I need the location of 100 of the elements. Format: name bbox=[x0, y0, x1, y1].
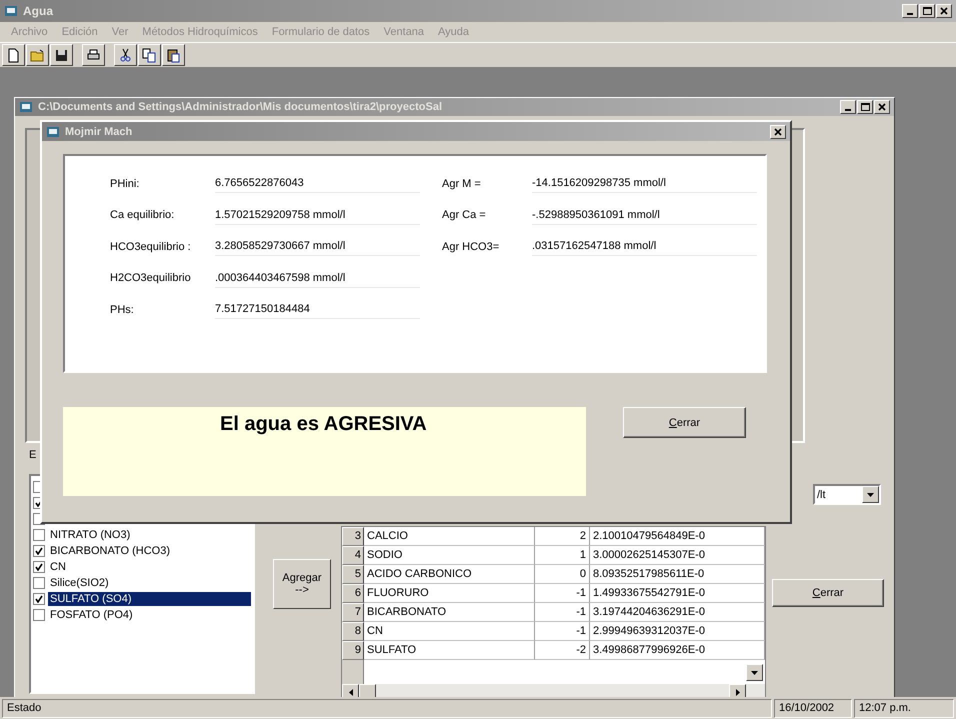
section-label: E bbox=[29, 449, 36, 462]
scroll-thumb[interactable] bbox=[359, 684, 376, 697]
left-arrow-icon bbox=[348, 689, 352, 696]
row-header: 8 bbox=[342, 622, 364, 641]
horizontal-scrollbar[interactable] bbox=[342, 684, 765, 697]
field-value: -14.1516209298735 mmol/l bbox=[532, 174, 757, 194]
toolbar-button[interactable] bbox=[114, 44, 137, 66]
table-cell: SODIO bbox=[364, 546, 535, 565]
document-title: C:\Documents and Settings\Administrador\Mis documentos\tira2\proyectoSal bbox=[38, 101, 444, 113]
toolbar-button[interactable] bbox=[82, 44, 105, 66]
table-cell: SULFATO bbox=[364, 641, 535, 660]
table-cell: -1 bbox=[535, 603, 590, 622]
field-label: PHs: bbox=[110, 304, 135, 316]
right-arrow-icon bbox=[736, 689, 740, 696]
field-value: .03157162547188 mmol/l bbox=[532, 237, 757, 256]
copy-icon bbox=[142, 48, 157, 62]
toolbar-button[interactable] bbox=[138, 44, 161, 66]
table-cell: 1 bbox=[535, 546, 590, 565]
checkbox[interactable] bbox=[33, 529, 45, 541]
row-header: 7 bbox=[342, 603, 364, 622]
field-label: H2CO3equilibrio bbox=[110, 272, 192, 284]
field-label: Ca equilibrio: bbox=[110, 209, 176, 222]
row-header: 6 bbox=[342, 584, 364, 603]
close-button[interactable]: Cerrar bbox=[623, 407, 746, 438]
checkbox[interactable] bbox=[33, 609, 45, 621]
maximize-icon bbox=[860, 103, 870, 111]
dropdown-button[interactable] bbox=[862, 486, 879, 503]
add-button[interactable]: Agregar --> bbox=[273, 559, 331, 609]
toolbar-button[interactable] bbox=[26, 44, 49, 66]
app-icon bbox=[46, 124, 60, 138]
close-button[interactable]: Cerrar bbox=[772, 579, 884, 607]
minimize-button[interactable] bbox=[840, 100, 856, 114]
table-cell: -2 bbox=[535, 641, 590, 660]
window-title: Agua bbox=[23, 4, 54, 18]
status-text: Estado bbox=[2, 698, 772, 718]
table-cell: 3.19744204636291E-0 bbox=[590, 603, 765, 622]
field-label: PHini: bbox=[110, 178, 140, 190]
close-button[interactable] bbox=[770, 124, 786, 138]
folder-icon bbox=[30, 48, 45, 62]
row-header: 9 bbox=[342, 641, 364, 660]
table-cell: FLUORURO bbox=[364, 584, 535, 603]
close-icon bbox=[878, 103, 886, 111]
result-message: El agua es AGRESIVA bbox=[63, 407, 586, 496]
list-item[interactable]: CN bbox=[48, 560, 251, 574]
checkbox[interactable] bbox=[33, 593, 45, 605]
new-file-icon bbox=[6, 48, 21, 62]
checkbox[interactable] bbox=[33, 545, 45, 557]
table-cell: BICARBONATO bbox=[364, 603, 535, 622]
field-value: 6.7656522876043 bbox=[215, 174, 420, 194]
field-label: Agr HCO3= bbox=[442, 240, 500, 253]
field-label: Agr Ca = bbox=[442, 209, 487, 222]
scroll-down-button[interactable] bbox=[746, 664, 763, 681]
unit-dropdown[interactable]: /lt bbox=[813, 484, 881, 505]
list-item[interactable]: BICARBONATO (HCO3) bbox=[48, 544, 251, 558]
close-button[interactable] bbox=[874, 100, 890, 114]
printer-icon bbox=[86, 48, 101, 62]
maximize-button[interactable] bbox=[857, 100, 873, 114]
scissors-icon bbox=[118, 48, 133, 62]
minimize-button[interactable] bbox=[902, 4, 918, 18]
table-cell: -1 bbox=[535, 622, 590, 641]
table-cell: 3.00002625145307E-0 bbox=[590, 546, 765, 565]
table-cell: 2.99949639312037E-0 bbox=[590, 622, 765, 641]
app-icon bbox=[19, 100, 33, 114]
checkbox[interactable] bbox=[33, 577, 45, 589]
status-time: 12:07 p.m. bbox=[854, 698, 954, 718]
field-value: -.52988950361091 mmol/l bbox=[532, 206, 757, 225]
scroll-left-button[interactable] bbox=[342, 684, 359, 697]
field-value: 7.51727150184484 bbox=[215, 300, 420, 320]
clipboard-icon bbox=[166, 48, 181, 62]
maximize-button[interactable] bbox=[919, 4, 935, 18]
list-item[interactable]: SULFATO (SO4) bbox=[48, 592, 251, 606]
checkbox[interactable] bbox=[33, 561, 45, 573]
close-button[interactable] bbox=[936, 4, 952, 18]
app-icon bbox=[4, 4, 18, 18]
table-cell: 8.09352517985611E-0 bbox=[590, 565, 765, 584]
table-cell: 2 bbox=[535, 527, 590, 546]
scroll-right-button[interactable] bbox=[729, 684, 746, 697]
toolbar-button[interactable] bbox=[50, 44, 73, 66]
table-cell: CN bbox=[364, 622, 535, 641]
field-label: Agr M = bbox=[442, 178, 482, 190]
table-cell: CALCIO bbox=[364, 527, 535, 546]
toolbar-button[interactable] bbox=[2, 44, 25, 66]
close-icon bbox=[940, 7, 948, 15]
field-value: .000364403467598 mmol/l bbox=[215, 268, 420, 288]
toolbar-button[interactable] bbox=[162, 44, 185, 66]
field-value: 3.28058529730667 mmol/l bbox=[215, 237, 420, 256]
list-item[interactable]: Silice(SIO2) bbox=[48, 576, 251, 590]
table-cell: 1.49933675542791E-0 bbox=[590, 584, 765, 603]
status-date: 16/10/2002 bbox=[774, 698, 852, 718]
table-cell: 3.49986877996926E-0 bbox=[590, 641, 765, 660]
list-item[interactable]: FOSFATO (PO4) bbox=[48, 608, 251, 622]
row-header: 5 bbox=[342, 565, 364, 584]
field-label: HCO3equilibrio : bbox=[110, 240, 192, 253]
row-header: 4 bbox=[342, 546, 364, 565]
close-icon bbox=[774, 128, 782, 136]
down-arrow-icon bbox=[867, 492, 874, 496]
table-cell: ACIDO CARBONICO bbox=[364, 565, 535, 584]
table-cell: -1 bbox=[535, 584, 590, 603]
list-item[interactable]: NITRATO (NO3) bbox=[48, 528, 251, 542]
field-value: 1.57021529209758 mmol/l bbox=[215, 206, 420, 225]
